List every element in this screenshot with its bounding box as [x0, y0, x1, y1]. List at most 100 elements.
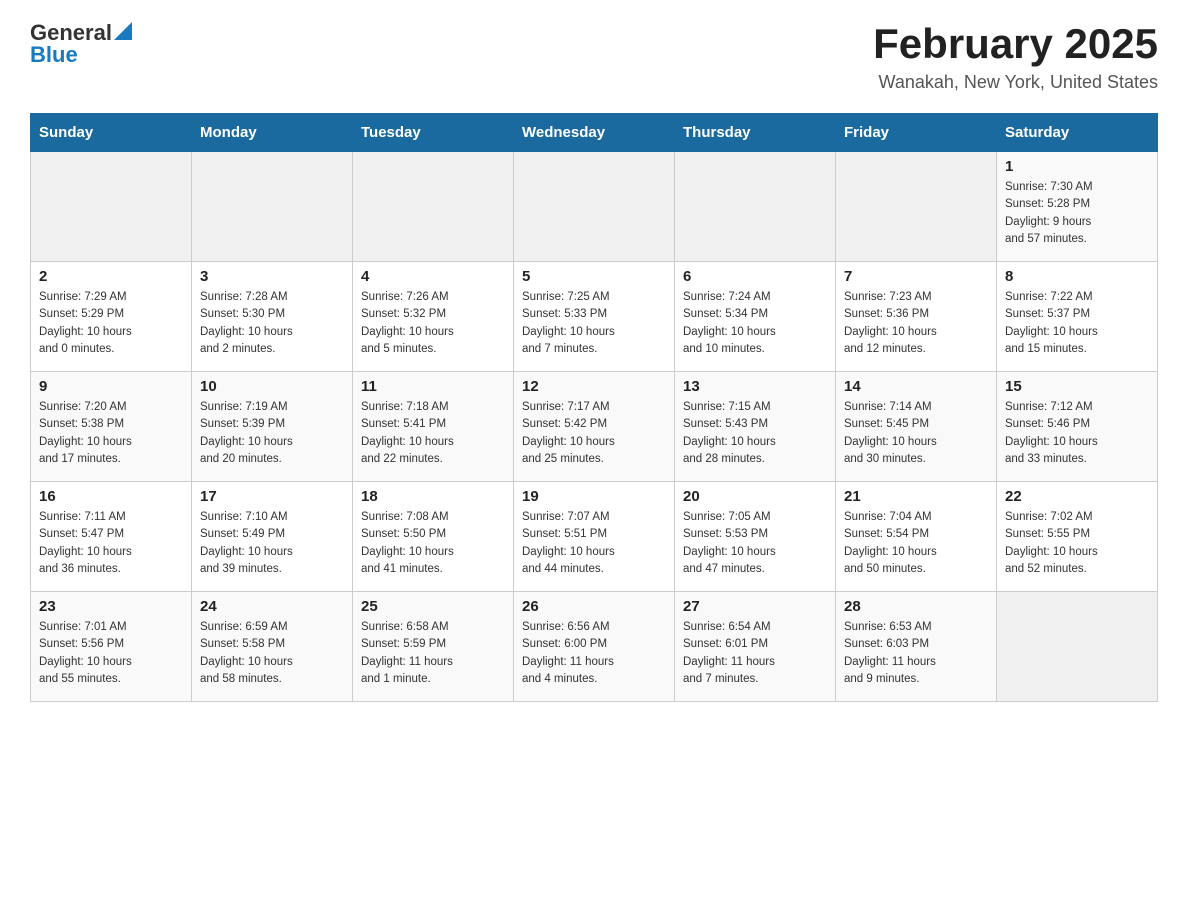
day-number: 20: [683, 488, 827, 505]
calendar-cell: 19 Sunrise: 7:07 AMSunset: 5:51 PMDayligh…: [514, 482, 675, 592]
header-sunday: Sunday: [31, 114, 192, 152]
calendar-cell: [31, 152, 192, 262]
day-number: 18: [361, 488, 505, 505]
header-thursday: Thursday: [675, 114, 836, 152]
location-subtitle: Wanakah, New York, United States: [873, 72, 1158, 93]
day-info: Sunrise: 7:14 AMSunset: 5:45 PMDaylight:…: [844, 399, 988, 468]
header-tuesday: Tuesday: [353, 114, 514, 152]
calendar-cell: 9 Sunrise: 7:20 AMSunset: 5:38 PMDaylight…: [31, 372, 192, 482]
calendar-cell: 24Sunrise: 6:59 AMSunset: 5:58 PMDayligh…: [192, 592, 353, 702]
calendar-cell: [997, 592, 1158, 702]
day-info: Sunrise: 6:54 AMSunset: 6:01 PMDaylight:…: [683, 619, 827, 688]
day-info: Sunrise: 7:17 AMSunset: 5:42 PMDaylight:…: [522, 399, 666, 468]
day-info: Sunrise: 7:20 AMSunset: 5:38 PMDaylight:…: [39, 399, 183, 468]
day-number: 8: [1005, 268, 1149, 285]
calendar-week-row: 2 Sunrise: 7:29 AMSunset: 5:29 PMDaylight…: [31, 262, 1158, 372]
calendar-cell: [514, 152, 675, 262]
day-info: Sunrise: 7:30 AMSunset: 5:28 PMDaylight:…: [1005, 179, 1149, 248]
day-info: Sunrise: 7:28 AMSunset: 5:30 PMDaylight:…: [200, 289, 344, 358]
calendar-cell: [353, 152, 514, 262]
day-info: Sunrise: 7:10 AMSunset: 5:49 PMDaylight:…: [200, 509, 344, 578]
calendar-cell: 25 Sunrise: 6:58 AMSunset: 5:59 PMDayligh…: [353, 592, 514, 702]
day-number: 16: [39, 488, 183, 505]
calendar-cell: 13Sunrise: 7:15 AMSunset: 5:43 PMDayligh…: [675, 372, 836, 482]
day-number: 23: [39, 598, 183, 615]
day-info: Sunrise: 6:59 AMSunset: 5:58 PMDaylight:…: [200, 619, 344, 688]
calendar-cell: 7 Sunrise: 7:23 AMSunset: 5:36 PMDaylight…: [836, 262, 997, 372]
logo-blue-text: Blue: [30, 42, 78, 68]
day-number: 3: [200, 268, 344, 285]
day-number: 6: [683, 268, 827, 285]
day-info: Sunrise: 7:29 AMSunset: 5:29 PMDaylight:…: [39, 289, 183, 358]
calendar-cell: 28Sunrise: 6:53 AMSunset: 6:03 PMDayligh…: [836, 592, 997, 702]
calendar-week-row: 16 Sunrise: 7:11 AMSunset: 5:47 PMDayligh…: [31, 482, 1158, 592]
calendar-cell: 3 Sunrise: 7:28 AMSunset: 5:30 PMDaylight…: [192, 262, 353, 372]
calendar-cell: 21 Sunrise: 7:04 AMSunset: 5:54 PMDayligh…: [836, 482, 997, 592]
header-wednesday: Wednesday: [514, 114, 675, 152]
day-number: 14: [844, 378, 988, 395]
day-number: 27: [683, 598, 827, 615]
calendar-week-row: 1 Sunrise: 7:30 AMSunset: 5:28 PMDaylight…: [31, 152, 1158, 262]
calendar-cell: [836, 152, 997, 262]
calendar-cell: 10Sunrise: 7:19 AMSunset: 5:39 PMDayligh…: [192, 372, 353, 482]
day-info: Sunrise: 7:02 AMSunset: 5:55 PMDaylight:…: [1005, 509, 1149, 578]
day-info: Sunrise: 7:04 AMSunset: 5:54 PMDaylight:…: [844, 509, 988, 578]
day-number: 19: [522, 488, 666, 505]
calendar-cell: 11Sunrise: 7:18 AMSunset: 5:41 PMDayligh…: [353, 372, 514, 482]
calendar-cell: 22 Sunrise: 7:02 AMSunset: 5:55 PMDayligh…: [997, 482, 1158, 592]
calendar-cell: [192, 152, 353, 262]
day-number: 4: [361, 268, 505, 285]
calendar-cell: 12 Sunrise: 7:17 AMSunset: 5:42 PMDayligh…: [514, 372, 675, 482]
day-info: Sunrise: 6:56 AMSunset: 6:00 PMDaylight:…: [522, 619, 666, 688]
day-number: 25: [361, 598, 505, 615]
calendar-cell: 23Sunrise: 7:01 AMSunset: 5:56 PMDayligh…: [31, 592, 192, 702]
calendar-cell: 15 Sunrise: 7:12 AMSunset: 5:46 PMDayligh…: [997, 372, 1158, 482]
calendar-cell: 27 Sunrise: 6:54 AMSunset: 6:01 PMDayligh…: [675, 592, 836, 702]
header-friday: Friday: [836, 114, 997, 152]
calendar-cell: 2 Sunrise: 7:29 AMSunset: 5:29 PMDaylight…: [31, 262, 192, 372]
day-info: Sunrise: 7:26 AMSunset: 5:32 PMDaylight:…: [361, 289, 505, 358]
calendar-cell: 8 Sunrise: 7:22 AMSunset: 5:37 PMDaylight…: [997, 262, 1158, 372]
day-number: 7: [844, 268, 988, 285]
day-info: Sunrise: 6:58 AMSunset: 5:59 PMDaylight:…: [361, 619, 505, 688]
page-header: General Blue February 2025 Wanakah, New …: [30, 20, 1158, 93]
day-info: Sunrise: 7:18 AMSunset: 5:41 PMDaylight:…: [361, 399, 505, 468]
header-saturday: Saturday: [997, 114, 1158, 152]
day-info: Sunrise: 7:15 AMSunset: 5:43 PMDaylight:…: [683, 399, 827, 468]
calendar-table: SundayMondayTuesdayWednesdayThursdayFrid…: [30, 113, 1158, 702]
calendar-header-row: SundayMondayTuesdayWednesdayThursdayFrid…: [31, 114, 1158, 152]
day-info: Sunrise: 7:24 AMSunset: 5:34 PMDaylight:…: [683, 289, 827, 358]
day-info: Sunrise: 7:07 AMSunset: 5:51 PMDaylight:…: [522, 509, 666, 578]
day-number: 22: [1005, 488, 1149, 505]
day-info: Sunrise: 6:53 AMSunset: 6:03 PMDaylight:…: [844, 619, 988, 688]
day-info: Sunrise: 7:12 AMSunset: 5:46 PMDaylight:…: [1005, 399, 1149, 468]
day-number: 15: [1005, 378, 1149, 395]
calendar-week-row: 9 Sunrise: 7:20 AMSunset: 5:38 PMDaylight…: [31, 372, 1158, 482]
day-info: Sunrise: 7:08 AMSunset: 5:50 PMDaylight:…: [361, 509, 505, 578]
calendar-cell: 4 Sunrise: 7:26 AMSunset: 5:32 PMDaylight…: [353, 262, 514, 372]
day-number: 21: [844, 488, 988, 505]
day-number: 2: [39, 268, 183, 285]
day-number: 12: [522, 378, 666, 395]
day-info: Sunrise: 7:22 AMSunset: 5:37 PMDaylight:…: [1005, 289, 1149, 358]
day-number: 9: [39, 378, 183, 395]
calendar-cell: 18 Sunrise: 7:08 AMSunset: 5:50 PMDayligh…: [353, 482, 514, 592]
day-info: Sunrise: 7:23 AMSunset: 5:36 PMDaylight:…: [844, 289, 988, 358]
day-info: Sunrise: 7:25 AMSunset: 5:33 PMDaylight:…: [522, 289, 666, 358]
logo: General Blue: [30, 20, 132, 68]
day-number: 10: [200, 378, 344, 395]
calendar-cell: [675, 152, 836, 262]
title-block: February 2025 Wanakah, New York, United …: [873, 20, 1158, 93]
day-number: 1: [1005, 158, 1149, 175]
month-year-title: February 2025: [873, 20, 1158, 68]
calendar-cell: 1 Sunrise: 7:30 AMSunset: 5:28 PMDaylight…: [997, 152, 1158, 262]
day-info: Sunrise: 7:05 AMSunset: 5:53 PMDaylight:…: [683, 509, 827, 578]
header-monday: Monday: [192, 114, 353, 152]
day-info: Sunrise: 7:11 AMSunset: 5:47 PMDaylight:…: [39, 509, 183, 578]
calendar-cell: 5 Sunrise: 7:25 AMSunset: 5:33 PMDaylight…: [514, 262, 675, 372]
calendar-cell: 6 Sunrise: 7:24 AMSunset: 5:34 PMDaylight…: [675, 262, 836, 372]
day-number: 5: [522, 268, 666, 285]
day-number: 26: [522, 598, 666, 615]
day-number: 17: [200, 488, 344, 505]
calendar-cell: 17 Sunrise: 7:10 AMSunset: 5:49 PMDayligh…: [192, 482, 353, 592]
